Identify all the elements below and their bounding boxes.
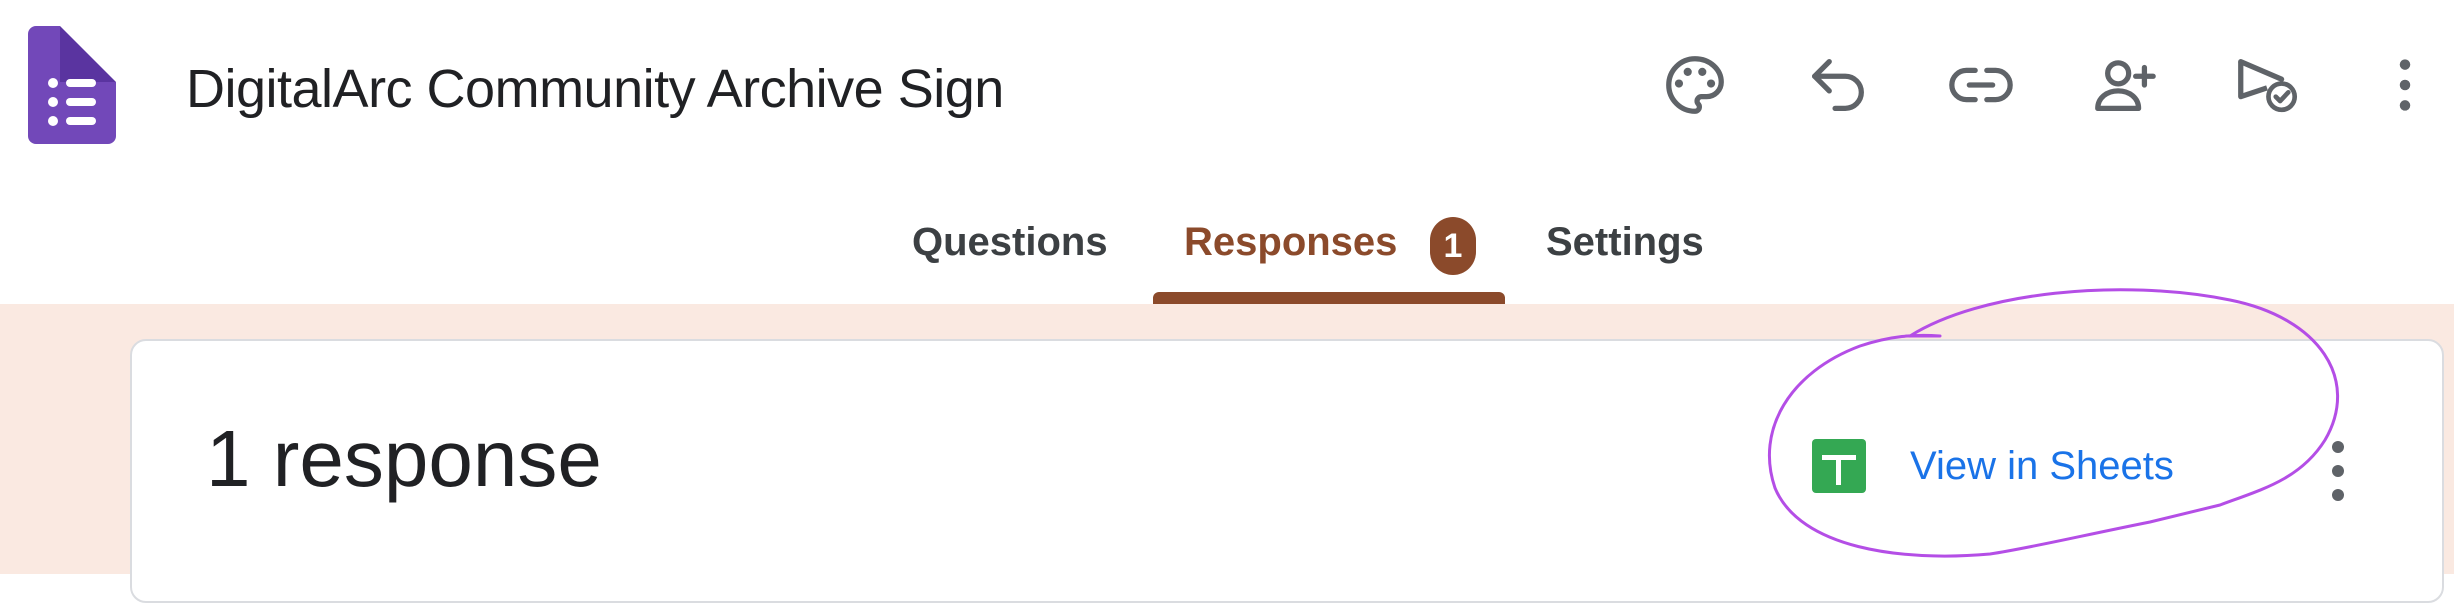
responses-more-options-button[interactable] <box>2328 441 2348 501</box>
responses-panel: 1 response View in Sheets <box>0 304 2454 603</box>
response-count: 1 response <box>206 414 602 503</box>
add-collaborator-icon <box>2095 60 2156 111</box>
palette-icon <box>1666 56 1724 114</box>
undo-button[interactable] <box>1793 40 1883 130</box>
copy-link-button[interactable] <box>1936 40 2026 130</box>
responses-count-badge: 1 <box>1430 217 1476 275</box>
add-collaborators-button[interactable] <box>2079 40 2169 130</box>
top-app-bar: DigitalArc Community Archive Sign <box>0 0 2454 180</box>
form-title[interactable]: DigitalArc Community Archive Sign <box>186 58 1004 120</box>
more-vert-icon <box>2332 441 2344 453</box>
google-sheets-icon <box>1812 439 1866 493</box>
send-icon <box>2238 59 2298 113</box>
view-in-sheets-label: View in Sheets <box>1910 443 2174 488</box>
undo-icon <box>1812 59 1864 111</box>
google-forms-logo-icon[interactable] <box>28 26 116 144</box>
publish-button[interactable] <box>2222 40 2312 130</box>
view-in-sheets-button[interactable]: View in Sheets <box>1812 421 2174 511</box>
tab-questions[interactable]: Questions <box>912 220 1108 265</box>
responses-summary-card: 1 response View in Sheets <box>130 339 2444 603</box>
link-icon <box>1949 67 2013 103</box>
active-tab-indicator <box>1153 292 1505 304</box>
more-vert-icon <box>2399 59 2411 111</box>
more-options-button[interactable] <box>2370 40 2440 130</box>
customize-theme-button[interactable] <box>1650 40 1740 130</box>
tab-responses[interactable]: Responses <box>1184 220 1397 265</box>
tab-settings[interactable]: Settings <box>1546 220 1704 265</box>
form-tabs: Questions Responses 1 Settings <box>0 180 2454 307</box>
